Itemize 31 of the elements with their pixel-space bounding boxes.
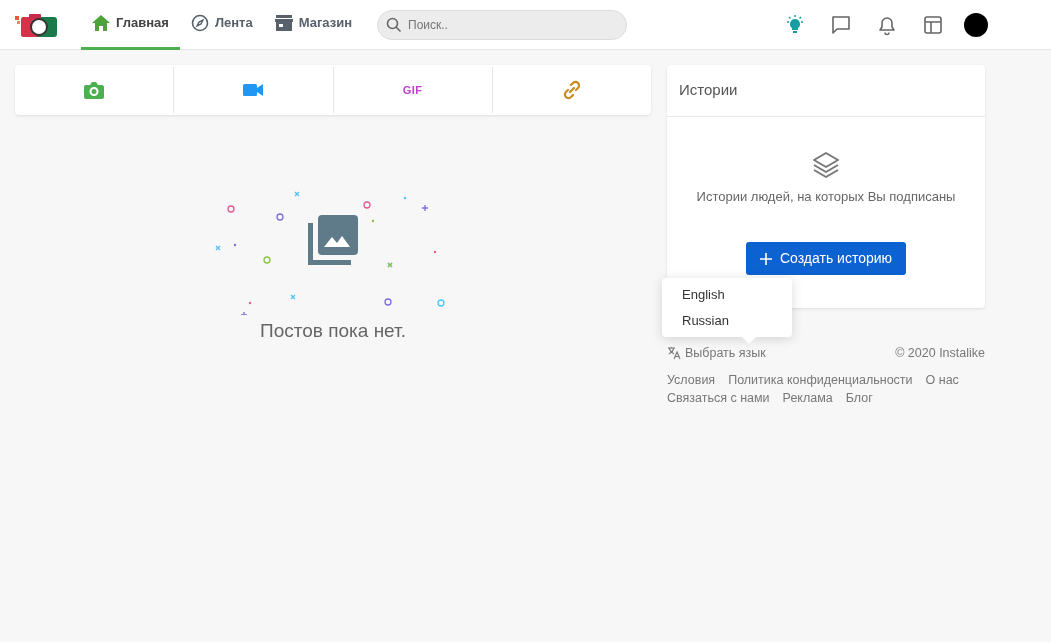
store-icon: [274, 15, 293, 31]
nav-tab[interactable]: Лента: [179, 0, 264, 50]
video-camera-icon: [243, 83, 264, 97]
image-gallery-icon: [308, 215, 358, 265]
camera-icon: [84, 81, 105, 99]
stories-title: Истории: [667, 65, 985, 117]
avatar[interactable]: [964, 12, 988, 37]
language-option[interactable]: English: [662, 282, 792, 308]
camera-logo-icon[interactable]: [15, 11, 57, 38]
translate-icon: [667, 346, 681, 361]
plus-icon: [759, 252, 772, 265]
search-field[interactable]: Поиск..: [377, 9, 627, 40]
layers-icon: [811, 150, 841, 179]
compass-icon: [190, 14, 209, 32]
add-gif-button[interactable]: GIF: [333, 65, 492, 115]
nav-tab[interactable]: Магазин: [263, 0, 363, 50]
footer-link[interactable]: Блог: [845, 388, 873, 407]
link-icon: [561, 80, 582, 100]
footer-link[interactable]: Связаться с нами: [667, 388, 770, 407]
footer-link[interactable]: Реклама: [782, 388, 833, 407]
language-selector[interactable]: Выбрать язык: [667, 344, 766, 363]
create-story-button[interactable]: Создать историю: [745, 242, 907, 275]
footer-link[interactable]: Условия: [667, 370, 716, 389]
nav-tab[interactable]: Главная: [81, 0, 180, 50]
footer-link[interactable]: О нас: [925, 370, 959, 389]
empty-feed-message: Постов пока нет.: [260, 319, 406, 343]
copyright-text: © 2020 Instalike: [895, 345, 985, 362]
stories-hint: Истории людей, на которых Вы подписаны: [696, 187, 956, 206]
footer-link[interactable]: Политика конфиденциальности: [728, 370, 913, 389]
language-option[interactable]: Russian: [662, 307, 792, 333]
home-icon: [92, 15, 110, 31]
